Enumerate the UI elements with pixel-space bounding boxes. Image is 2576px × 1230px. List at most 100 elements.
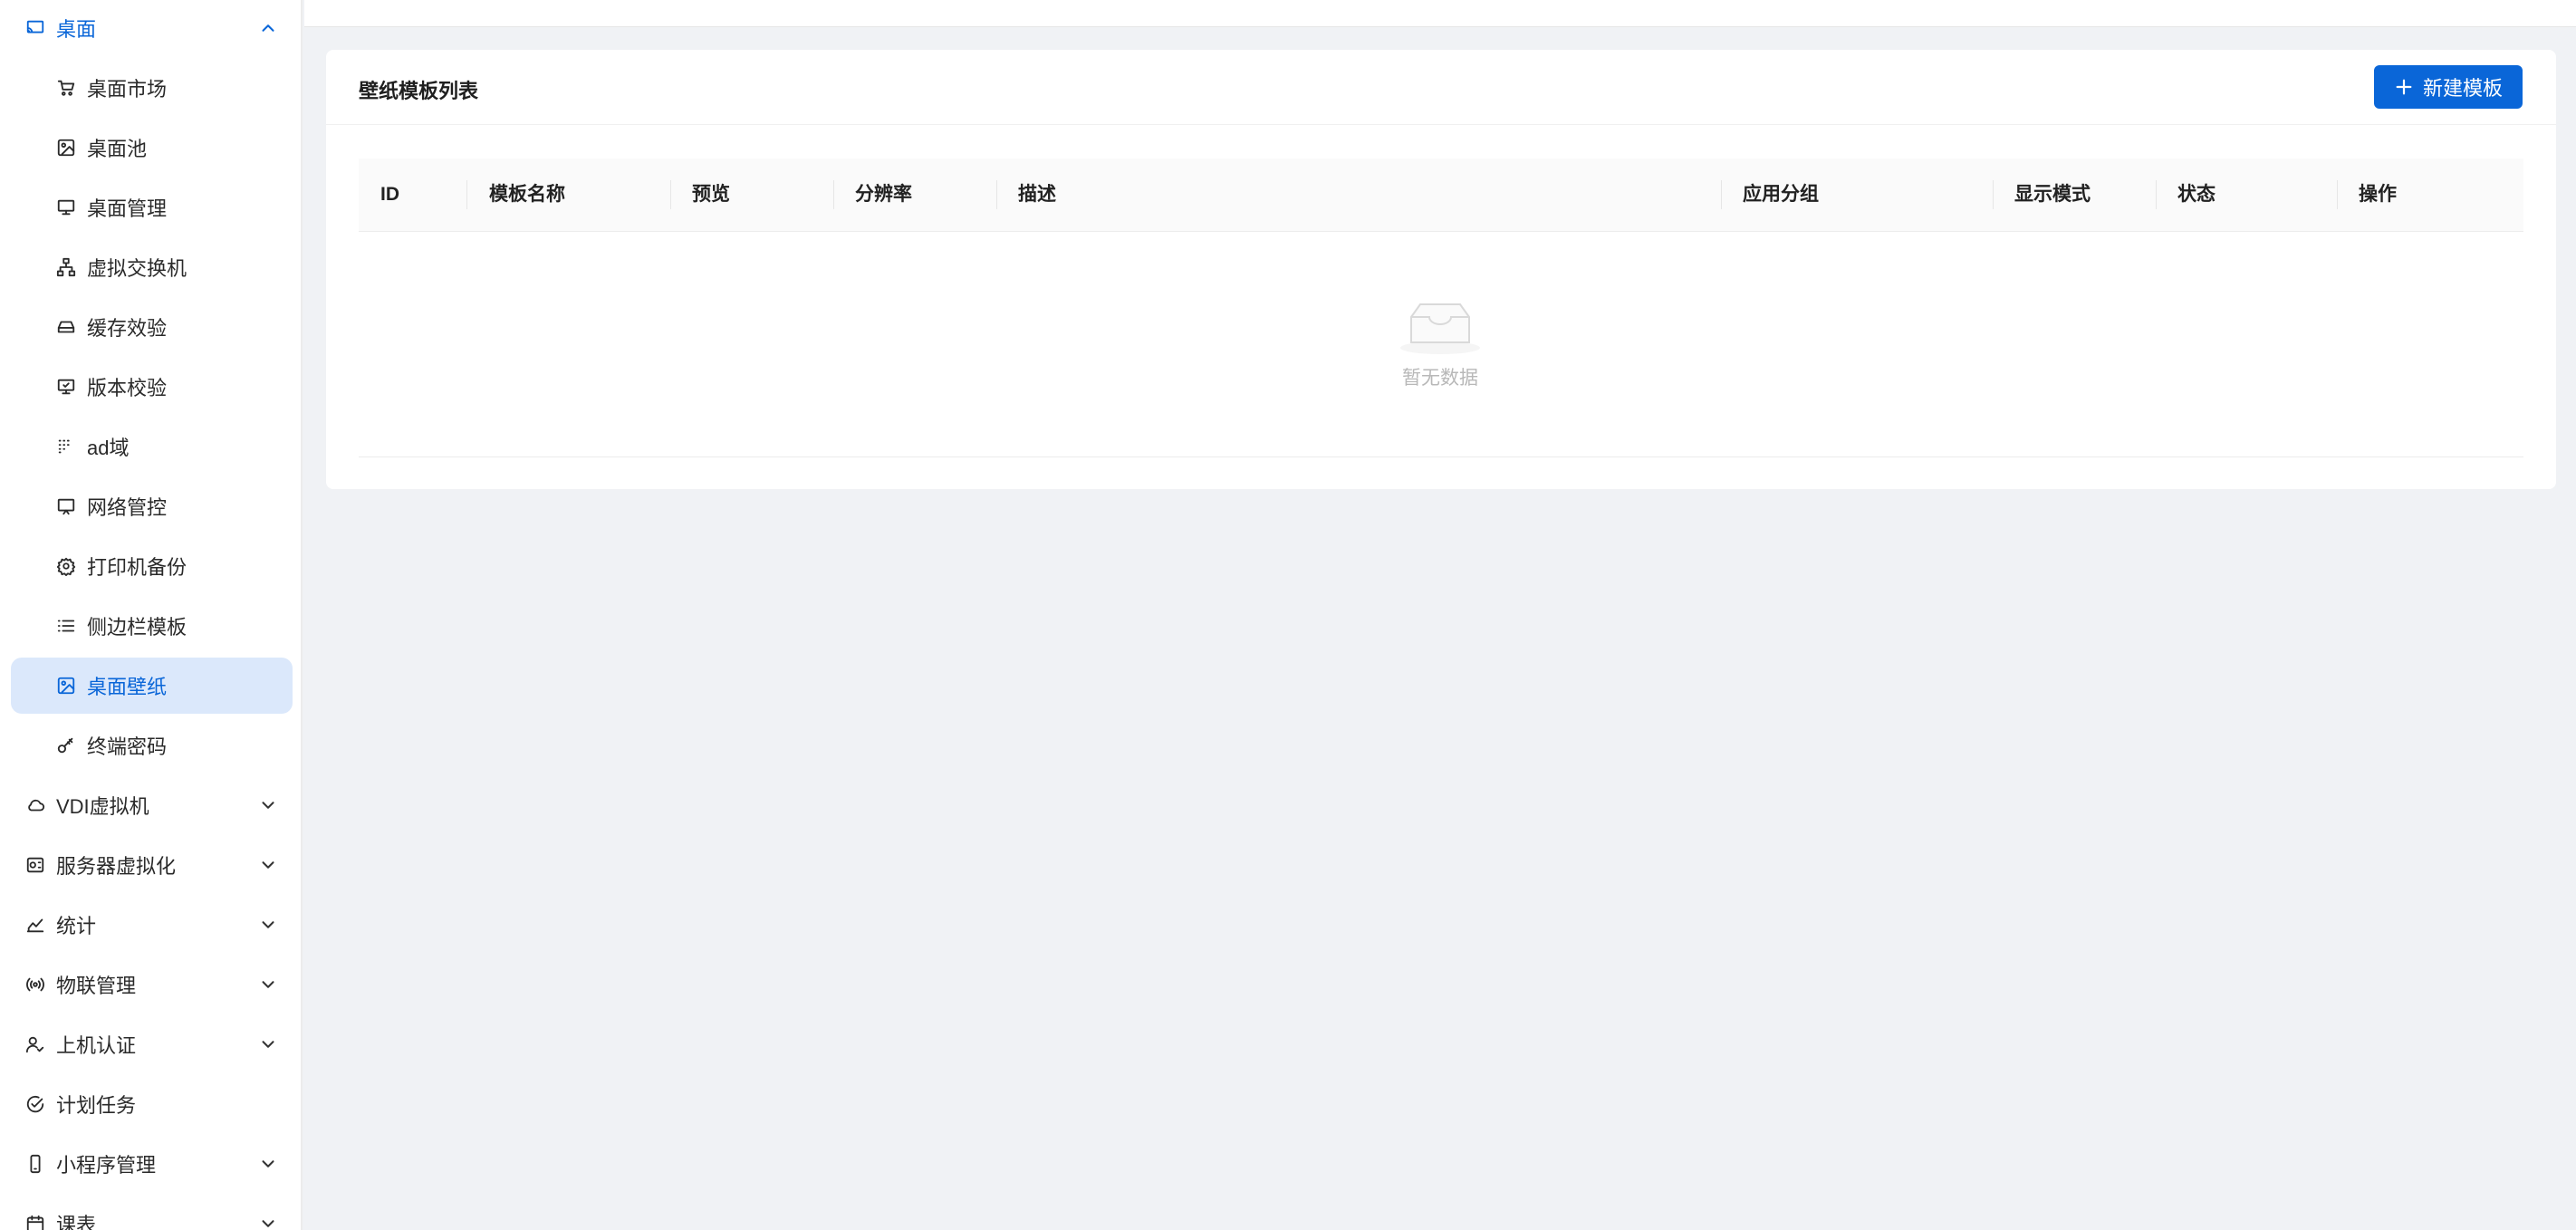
menu-label: 计划任务 <box>56 1094 137 1117</box>
phone-icon <box>24 1152 47 1176</box>
drive-icon <box>54 315 78 339</box>
menu-label: 桌面壁纸 <box>87 676 168 698</box>
column-divider <box>2156 180 2157 209</box>
empty-state: 暂无数据 <box>1377 297 1504 390</box>
menu-iot-management[interactable]: 物联管理 <box>11 956 293 1013</box>
desktop-cast-icon <box>24 16 47 40</box>
column-divider <box>996 180 997 209</box>
menu-scheduled-tasks[interactable]: 计划任务 <box>11 1076 293 1132</box>
column-header-status[interactable]: 状态 <box>2177 159 2216 231</box>
template-table: ID 模板名称 预览 分辨率 描述 应用分组 显示模式 状态 操作 暂无数据 <box>359 159 2523 457</box>
top-bar <box>304 0 2576 27</box>
chevron-down-icon[interactable] <box>258 795 278 815</box>
chevron-down-icon[interactable] <box>258 1214 278 1230</box>
column-header-actions[interactable]: 操作 <box>2359 159 2397 231</box>
menu-server-virtualization[interactable]: 服务器虚拟化 <box>11 837 293 893</box>
column-divider <box>1993 180 1994 209</box>
menu-timetable[interactable]: 课表 <box>11 1196 293 1230</box>
menu-desktop-market[interactable]: 桌面市场 <box>11 60 293 116</box>
menu-label: 桌面管理 <box>87 197 168 220</box>
chevron-down-icon[interactable] <box>258 1154 278 1174</box>
monitor-icon <box>54 196 78 219</box>
menu-desktop[interactable]: 桌面 <box>11 0 293 56</box>
screen-icon <box>54 495 78 518</box>
user-check-icon <box>24 1033 47 1056</box>
menu-cache-check[interactable]: 缓存效验 <box>11 299 293 355</box>
menu-desktop-management[interactable]: 桌面管理 <box>11 179 293 235</box>
column-header-display-mode[interactable]: 显示模式 <box>2014 159 2091 231</box>
column-header-template-name[interactable]: 模板名称 <box>489 159 565 231</box>
menu-vdi-vm[interactable]: VDI虚拟机 <box>11 777 293 833</box>
column-divider <box>466 180 467 209</box>
check-circle-icon <box>24 1092 47 1116</box>
menu-virtual-switch[interactable]: 虚拟交换机 <box>11 239 293 295</box>
list-icon <box>54 614 78 638</box>
network-icon <box>54 255 78 279</box>
column-divider <box>670 180 671 209</box>
chevron-down-icon[interactable] <box>258 855 278 875</box>
new-template-label: 新建模板 <box>2422 77 2503 100</box>
card-title: 壁纸模板列表 <box>359 80 479 102</box>
menu-label: 上机认证 <box>56 1034 137 1057</box>
menu-printer-backup[interactable]: 打印机备份 <box>11 538 293 594</box>
cloud-icon <box>24 793 47 817</box>
menu-label: 虚拟交换机 <box>87 257 187 280</box>
column-header-preview[interactable]: 预览 <box>692 159 730 231</box>
column-header-resolution[interactable]: 分辨率 <box>855 159 912 231</box>
broadcast-icon <box>24 973 47 996</box>
column-divider <box>1721 180 1722 209</box>
table-body: 暂无数据 <box>359 232 2523 457</box>
image-icon <box>54 136 78 159</box>
key-icon <box>54 734 78 757</box>
empty-inbox-icon <box>1400 303 1480 354</box>
menu-statistics[interactable]: 统计 <box>11 897 293 953</box>
grid-dots-icon <box>54 435 78 458</box>
menu-desktop-pool[interactable]: 桌面池 <box>11 120 293 176</box>
column-header-description[interactable]: 描述 <box>1018 159 1056 231</box>
menu-miniprogram-management[interactable]: 小程序管理 <box>11 1136 293 1192</box>
wallpaper-template-card: 壁纸模板列表 新建模板 ID 模板名称 预览 分辨率 描述 应用分组 显示模式 … <box>326 50 2556 489</box>
menu-network-control[interactable]: 网络管控 <box>11 478 293 534</box>
menu-sidebar-template[interactable]: 侧边栏模板 <box>11 598 293 654</box>
plus-icon <box>2394 77 2414 97</box>
menu-login-auth[interactable]: 上机认证 <box>11 1016 293 1072</box>
image-icon <box>54 674 78 697</box>
menu-label: 课表 <box>56 1214 97 1230</box>
card-header: 壁纸模板列表 新建模板 <box>326 50 2556 125</box>
monitor-check-icon <box>54 375 78 399</box>
menu-ad-domain[interactable]: ad域 <box>11 418 293 475</box>
menu-label: VDI虚拟机 <box>56 795 149 818</box>
menu-label: 服务器虚拟化 <box>56 855 177 878</box>
sidebar: 桌面 桌面市场 桌面池 桌面管理 虚拟交换机 缓存效验 版本校验 ad域 网络管… <box>0 0 303 1230</box>
menu-label: 版本校验 <box>87 377 168 399</box>
menu-label: 统计 <box>56 915 97 937</box>
empty-text: 暂无数据 <box>1402 368 1478 389</box>
table-header: ID 模板名称 预览 分辨率 描述 应用分组 显示模式 状态 操作 <box>359 159 2523 232</box>
menu-label: 侧边栏模板 <box>87 616 187 639</box>
menu-label: 桌面市场 <box>87 78 168 101</box>
menu-version-check[interactable]: 版本校验 <box>11 359 293 415</box>
menu-label: ad域 <box>87 437 130 459</box>
menu-label: 缓存效验 <box>87 317 168 340</box>
menu-label: 桌面 <box>56 18 97 41</box>
menu-desktop-wallpaper[interactable]: 桌面壁纸 <box>11 658 293 714</box>
calendar-icon <box>24 1212 47 1230</box>
gear-icon <box>54 554 78 578</box>
chevron-down-icon[interactable] <box>258 915 278 935</box>
chevron-down-icon[interactable] <box>258 975 278 995</box>
new-template-button[interactable]: 新建模板 <box>2374 65 2523 109</box>
server-icon <box>24 853 47 877</box>
cart-icon <box>54 76 78 100</box>
menu-label: 打印机备份 <box>87 556 187 579</box>
menu-label: 小程序管理 <box>56 1154 157 1177</box>
column-divider <box>833 180 834 209</box>
column-header-app-group[interactable]: 应用分组 <box>1743 159 1819 231</box>
chevron-up-icon[interactable] <box>258 18 278 38</box>
menu-label: 桌面池 <box>87 138 148 160</box>
menu-label: 终端密码 <box>87 735 168 758</box>
chevron-down-icon[interactable] <box>258 1034 278 1054</box>
menu-label: 物联管理 <box>56 975 137 997</box>
menu-terminal-password[interactable]: 终端密码 <box>11 717 293 774</box>
column-header-id[interactable]: ID <box>380 159 399 231</box>
column-divider <box>2337 180 2338 209</box>
